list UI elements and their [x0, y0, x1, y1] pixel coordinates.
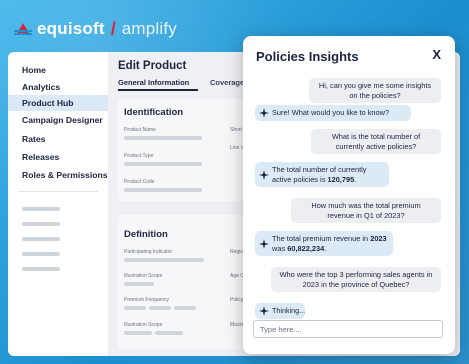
illustration-scope-option[interactable] [155, 331, 183, 335]
premium-frequency-option[interactable] [174, 306, 196, 310]
sparkle-icon [259, 305, 269, 316]
field-label: Product Name [124, 127, 156, 133]
page-title: Edit Product [118, 60, 187, 72]
identification-title: Identification [124, 107, 184, 118]
sidebar-item-roles-permissions[interactable]: Roles & Permissions [8, 167, 108, 183]
sidebar-item-campaign-designer[interactable]: Campaign Designer [8, 112, 108, 128]
sidebar-placeholder [22, 237, 60, 241]
tab-coverage[interactable]: Coverage [210, 78, 244, 87]
field-label: Illustration Scope [124, 273, 163, 279]
participating-indicator-field[interactable] [124, 258, 204, 262]
product-code-field[interactable] [124, 188, 202, 192]
product-name-field[interactable] [124, 136, 202, 140]
panel-title: Policies Insights [256, 49, 359, 64]
chat-message-user: Hi, can you give me some insights on the… [309, 78, 441, 104]
chat-message-bot: Sure! What would you like to know? [255, 105, 411, 121]
definition-section: Definition Participating Indicator Illus… [118, 215, 250, 349]
brand-slash: / [110, 18, 116, 39]
close-button[interactable]: X [432, 47, 441, 62]
chat-message-text: The total premium revenue in [272, 234, 369, 243]
brand-logo: equisoft / amplify [14, 18, 177, 40]
field-label: Policy [230, 297, 244, 303]
sidebar-item-analytics[interactable]: Analytics [8, 79, 108, 95]
premium-revenue-value: 60,822,234 [287, 243, 325, 253]
field-label: Product Code [124, 179, 155, 185]
active-tab-indicator [118, 89, 198, 91]
chat-message-user: What is the total number of currently ac… [311, 129, 441, 155]
sidebar-item-product-hub[interactable]: Product Hub [8, 95, 108, 111]
sidebar: Home Analytics Product Hub Campaign Desi… [8, 52, 108, 356]
equisoft-mark-icon [14, 23, 32, 35]
illustration-scope-field[interactable] [124, 282, 154, 286]
chat-message-bot-thinking: Thinking... [255, 303, 305, 319]
brand-name: equisoft [37, 19, 105, 38]
premium-frequency-option[interactable] [124, 306, 146, 310]
chat-message-bot: The total premium revenue in 2023 was 60… [255, 231, 393, 257]
identification-section: Identification Product Name Product Type… [118, 99, 250, 201]
chat-message-text: Sure! What would you like to know? [272, 108, 390, 117]
field-label: Short [230, 127, 242, 133]
premium-year: 2023 [370, 234, 387, 243]
sparkle-icon [259, 107, 269, 118]
tab-general-information[interactable]: General Information [118, 78, 189, 87]
chat-message-bot: The total number of currently active pol… [255, 162, 389, 188]
sparkle-icon [259, 238, 269, 249]
sidebar-placeholder [22, 222, 60, 226]
field-label: Participating Indicator [124, 249, 173, 255]
sidebar-placeholder [22, 252, 60, 256]
chat-message-user: Who were the top 3 performing sales agen… [271, 267, 441, 293]
chat-message-suffix: . [324, 243, 327, 253]
chat-message-suffix: . [354, 174, 357, 184]
chat-input[interactable] [253, 320, 443, 338]
field-label: Age C [230, 273, 244, 279]
sidebar-item-home[interactable]: Home [8, 62, 108, 78]
product-type-field[interactable] [124, 162, 202, 166]
chat-message-text: Thinking... [272, 306, 306, 315]
brand-product: amplify [121, 19, 177, 38]
sidebar-item-rates[interactable]: Rates [8, 131, 108, 147]
active-policies-count: 120,795 [327, 174, 355, 184]
sparkle-icon [259, 169, 269, 180]
field-label: Illustration Scope [124, 322, 163, 328]
policies-insights-panel: Policies Insights X Hi, can you give me … [243, 36, 455, 354]
definition-title: Definition [124, 229, 168, 240]
sidebar-divider [18, 191, 98, 192]
sidebar-placeholder [22, 207, 60, 211]
premium-frequency-option[interactable] [149, 306, 171, 310]
chat-message-user: How much was the total premium revenue i… [291, 198, 441, 224]
sidebar-item-releases[interactable]: Releases [8, 149, 108, 165]
field-label: Premium Frequency [124, 297, 170, 303]
sidebar-placeholder [22, 267, 60, 271]
illustration-scope-option[interactable] [124, 331, 152, 335]
chat-message-text: was [272, 243, 286, 253]
field-label: Product Type [124, 153, 154, 159]
